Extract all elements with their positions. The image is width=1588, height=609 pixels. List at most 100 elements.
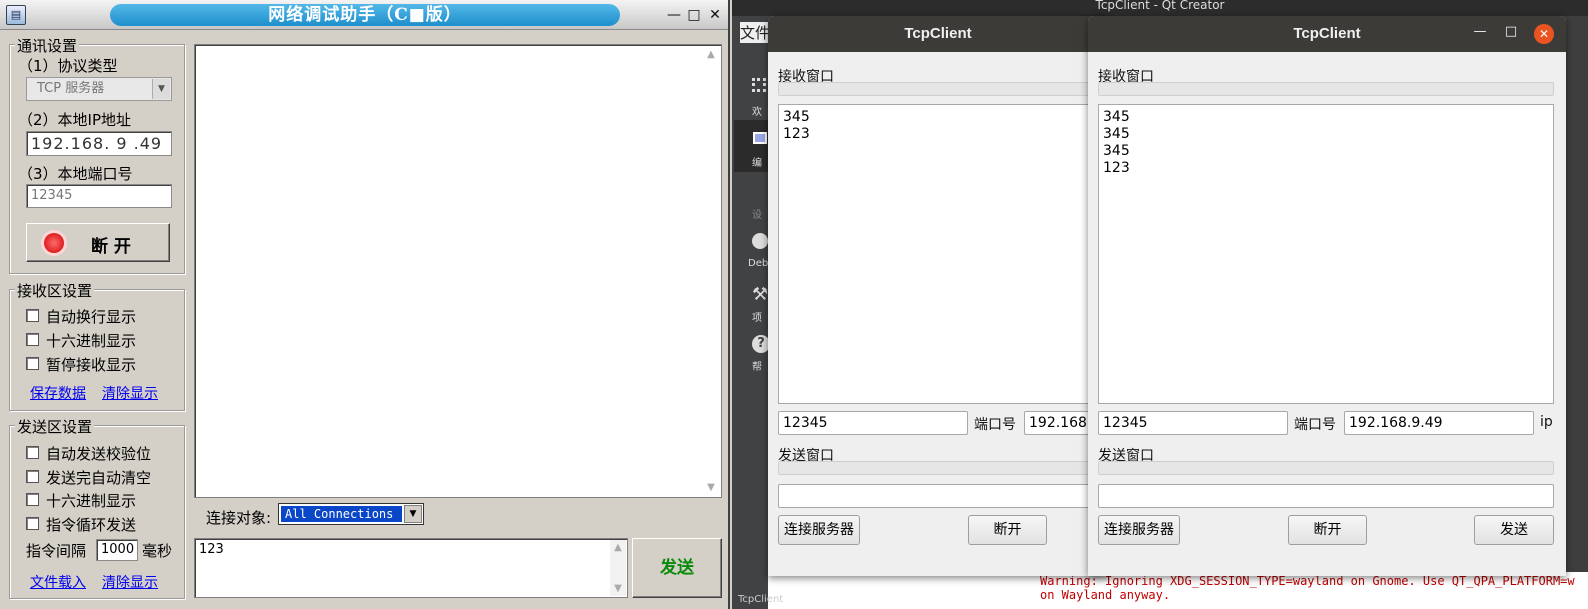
separator	[1098, 461, 1554, 475]
connection-select[interactable]: All Connections ▼	[278, 503, 424, 525]
hex-display-label: 十六进制显示	[46, 332, 137, 350]
title-bar: ▤ 网络调试助手（C■版） — □ ✕	[0, 0, 728, 30]
send-hex-checkbox[interactable]	[26, 493, 39, 506]
tcpclient-1-recv-area[interactable]: 345 123	[778, 104, 1108, 404]
app-icon: ▤	[6, 5, 26, 25]
minimize-button[interactable]: —	[1472, 24, 1488, 39]
save-data-link[interactable]: 保存数据	[30, 383, 86, 403]
sidebar-help-label: 帮	[752, 362, 762, 373]
auto-clear-label: 发送完自动清空	[46, 469, 152, 487]
receive-text-area[interactable]: ▲ ▼	[194, 44, 722, 498]
ip-octet-2: 168	[70, 134, 105, 153]
sidebar-design-label: 设	[752, 210, 762, 221]
tcpclient-2-ip-input[interactable]: 192.168.9.49	[1344, 411, 1534, 435]
recv-line: 345	[1103, 143, 1130, 159]
window-title: 网络调试助手（C■版）	[110, 4, 620, 26]
tcpclient-2-disconnect-button[interactable]: 断开	[1288, 515, 1367, 545]
interval-field[interactable]: 1000	[96, 539, 138, 561]
file-menu[interactable]: 文件	[740, 22, 770, 43]
separator	[778, 82, 1108, 96]
ip-octet-3: 9	[116, 134, 128, 153]
recv-line: 345	[1103, 126, 1130, 142]
tcpclient-2-port-label: 端口号	[1294, 417, 1336, 433]
run-target-label: TcpClient	[738, 594, 784, 605]
tcpclient-1-port-input[interactable]: 12345	[778, 411, 968, 435]
tcpclient-window-1: TcpClient 接收窗口 345 123 12345 端口号 192.168…	[768, 16, 1108, 576]
connection-value: All Connections	[281, 506, 402, 522]
tcpclient-2-recv-area[interactable]: 345 345 345 123	[1098, 104, 1554, 404]
tcpclient-1-send-input[interactable]	[778, 484, 1108, 508]
clear-recv-link[interactable]: 清除显示	[102, 383, 158, 403]
output-warning-text: Warning: Ignoring XDG_SESSION_TYPE=wayla…	[1040, 574, 1575, 602]
ip-label: （2）本地IP地址	[18, 111, 132, 129]
separator	[1098, 82, 1554, 96]
sidebar-edit-label: 编	[752, 158, 762, 169]
recv-line: 345	[783, 109, 810, 125]
chevron-down-icon[interactable]: ▼	[152, 79, 170, 99]
recv-line: 345	[1103, 109, 1130, 125]
loop-send-checkbox[interactable]	[26, 517, 39, 530]
tcpclient-1-connect-button[interactable]: 连接服务器	[778, 515, 860, 545]
disconnect-button-label: 断 开	[91, 237, 131, 257]
send-text-area[interactable]: 123	[194, 538, 628, 598]
ip-octet-4: 49	[139, 134, 163, 153]
tcpclient-1-title: TcpClient	[768, 16, 1108, 52]
file-load-link[interactable]: 文件载入	[30, 572, 86, 592]
send-button[interactable]: 发送	[632, 538, 722, 598]
protocol-select[interactable]: TCP 服务器 ▼	[26, 77, 172, 101]
tcpclient-2-connect-button[interactable]: 连接服务器	[1098, 515, 1180, 545]
wrench-icon[interactable]: ⚒	[752, 284, 768, 305]
welcome-icon[interactable]	[752, 78, 766, 92]
protocol-value: TCP 服务器	[37, 81, 105, 96]
disconnect-button[interactable]: 断 开	[26, 223, 170, 262]
interval-unit: 毫秒	[142, 542, 173, 560]
protocol-label: （1）协议类型	[18, 57, 118, 75]
port-field[interactable]: 12345	[26, 184, 172, 208]
tcpclient-2-port-input[interactable]: 12345	[1098, 411, 1288, 435]
net-assistant-window: ▤ 网络调试助手（C■版） — □ ✕ 通讯设置 （1）协议类型 TCP 服务器…	[0, 0, 730, 609]
close-button[interactable]: ✕	[705, 6, 725, 24]
auto-clear-checkbox[interactable]	[26, 470, 39, 483]
tcpclient-window-2: TcpClient — □ ✕ 接收窗口 345 345 345 123 123…	[1088, 16, 1566, 576]
auto-checksum-checkbox[interactable]	[26, 446, 39, 459]
scroll-down-icon[interactable]: ▼	[610, 583, 626, 594]
port-label: （3）本地端口号	[18, 165, 133, 183]
ip-octet-1: 192	[31, 134, 65, 153]
scroll-down-icon[interactable]: ▼	[703, 482, 719, 493]
tcpclient-2-send-input[interactable]	[1098, 484, 1554, 508]
auto-checksum-label: 自动发送校验位	[46, 445, 152, 463]
comm-settings-legend: 通讯设置	[15, 35, 80, 56]
sidebar-welcome-label: 欢	[752, 107, 762, 118]
scroll-up-icon[interactable]: ▲	[703, 49, 719, 60]
status-light-icon	[44, 233, 64, 253]
debug-icon[interactable]	[752, 233, 768, 249]
hex-display-checkbox[interactable]	[26, 333, 39, 346]
tcpclient-2-ip-label: ip	[1540, 414, 1553, 430]
edit-icon	[753, 132, 767, 144]
pause-recv-checkbox[interactable]	[26, 357, 39, 370]
tcpclient-2-send-button[interactable]: 发送	[1474, 515, 1554, 545]
auto-wrap-checkbox[interactable]	[26, 309, 39, 322]
tcpclient-1-port-label: 端口号	[974, 417, 1016, 433]
ip-address-field[interactable]: 192.168. 9 .49	[26, 131, 172, 156]
sidebar-projects-label: 项	[752, 313, 762, 324]
separator	[778, 461, 1108, 475]
send-settings-legend: 发送区设置	[15, 416, 95, 437]
clear-send-link[interactable]: 清除显示	[102, 572, 158, 592]
recv-line: 123	[1103, 160, 1130, 176]
chevron-down-icon[interactable]: ▼	[404, 505, 422, 523]
minimize-button[interactable]: —	[664, 6, 684, 24]
close-button[interactable]: ✕	[1534, 24, 1554, 44]
recv-settings-legend: 接收区设置	[15, 280, 95, 301]
sidebar-debug-label: Deb	[748, 258, 769, 269]
tcpclient-1-disconnect-button[interactable]: 断开	[968, 515, 1047, 545]
maximize-button[interactable]: □	[684, 6, 704, 24]
send-area-scrollbar[interactable]: ▲ ▼	[610, 540, 626, 596]
pause-recv-label: 暂停接收显示	[46, 356, 137, 374]
maximize-button[interactable]: □	[1503, 24, 1519, 39]
scroll-up-icon[interactable]: ▲	[610, 542, 626, 553]
tcpclient-2-title: TcpClient	[1088, 16, 1566, 52]
auto-wrap-label: 自动换行显示	[46, 308, 137, 326]
send-hex-label: 十六进制显示	[46, 492, 137, 510]
connection-label: 连接对象:	[206, 509, 272, 527]
